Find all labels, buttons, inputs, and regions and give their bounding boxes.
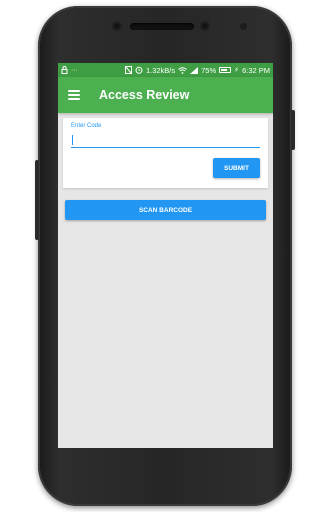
charging-icon: ⚡ xyxy=(234,66,240,74)
network-speed: 1.32kB/s xyxy=(145,65,176,75)
app-title: Access Review xyxy=(99,88,190,102)
submit-button[interactable]: SUBMIT xyxy=(213,158,260,178)
status-bar: ··· 1.32kB/s 75% ⚡ 6:32 PM xyxy=(58,63,273,77)
wifi-icon xyxy=(178,66,187,74)
no-sim-icon xyxy=(124,66,132,74)
app-bar: Access Review xyxy=(58,77,273,113)
volume-button xyxy=(35,160,39,240)
code-input[interactable] xyxy=(71,132,260,148)
front-sensor xyxy=(200,21,210,31)
more-notifications-icon: ··· xyxy=(71,66,78,74)
signal-icon xyxy=(190,66,199,74)
battery-icon xyxy=(219,67,232,73)
text-cursor xyxy=(72,135,73,145)
scan-barcode-button[interactable]: SCAN BARCODE xyxy=(65,200,266,220)
hamburger-menu-icon[interactable] xyxy=(68,90,80,100)
app-screen: ··· 1.32kB/s 75% ⚡ 6:32 PM Access Review… xyxy=(58,63,273,448)
front-camera xyxy=(112,21,122,31)
clock: 6:32 PM xyxy=(242,65,270,75)
lock-icon xyxy=(61,66,68,74)
earpiece-speaker xyxy=(130,23,194,30)
battery-percent: 75% xyxy=(201,65,217,75)
code-entry-card: Enter Code SUBMIT xyxy=(63,118,268,188)
power-button xyxy=(291,110,295,150)
enter-code-label: Enter Code xyxy=(71,123,102,129)
proximity-sensor xyxy=(240,23,247,30)
alarm-icon xyxy=(135,66,143,74)
